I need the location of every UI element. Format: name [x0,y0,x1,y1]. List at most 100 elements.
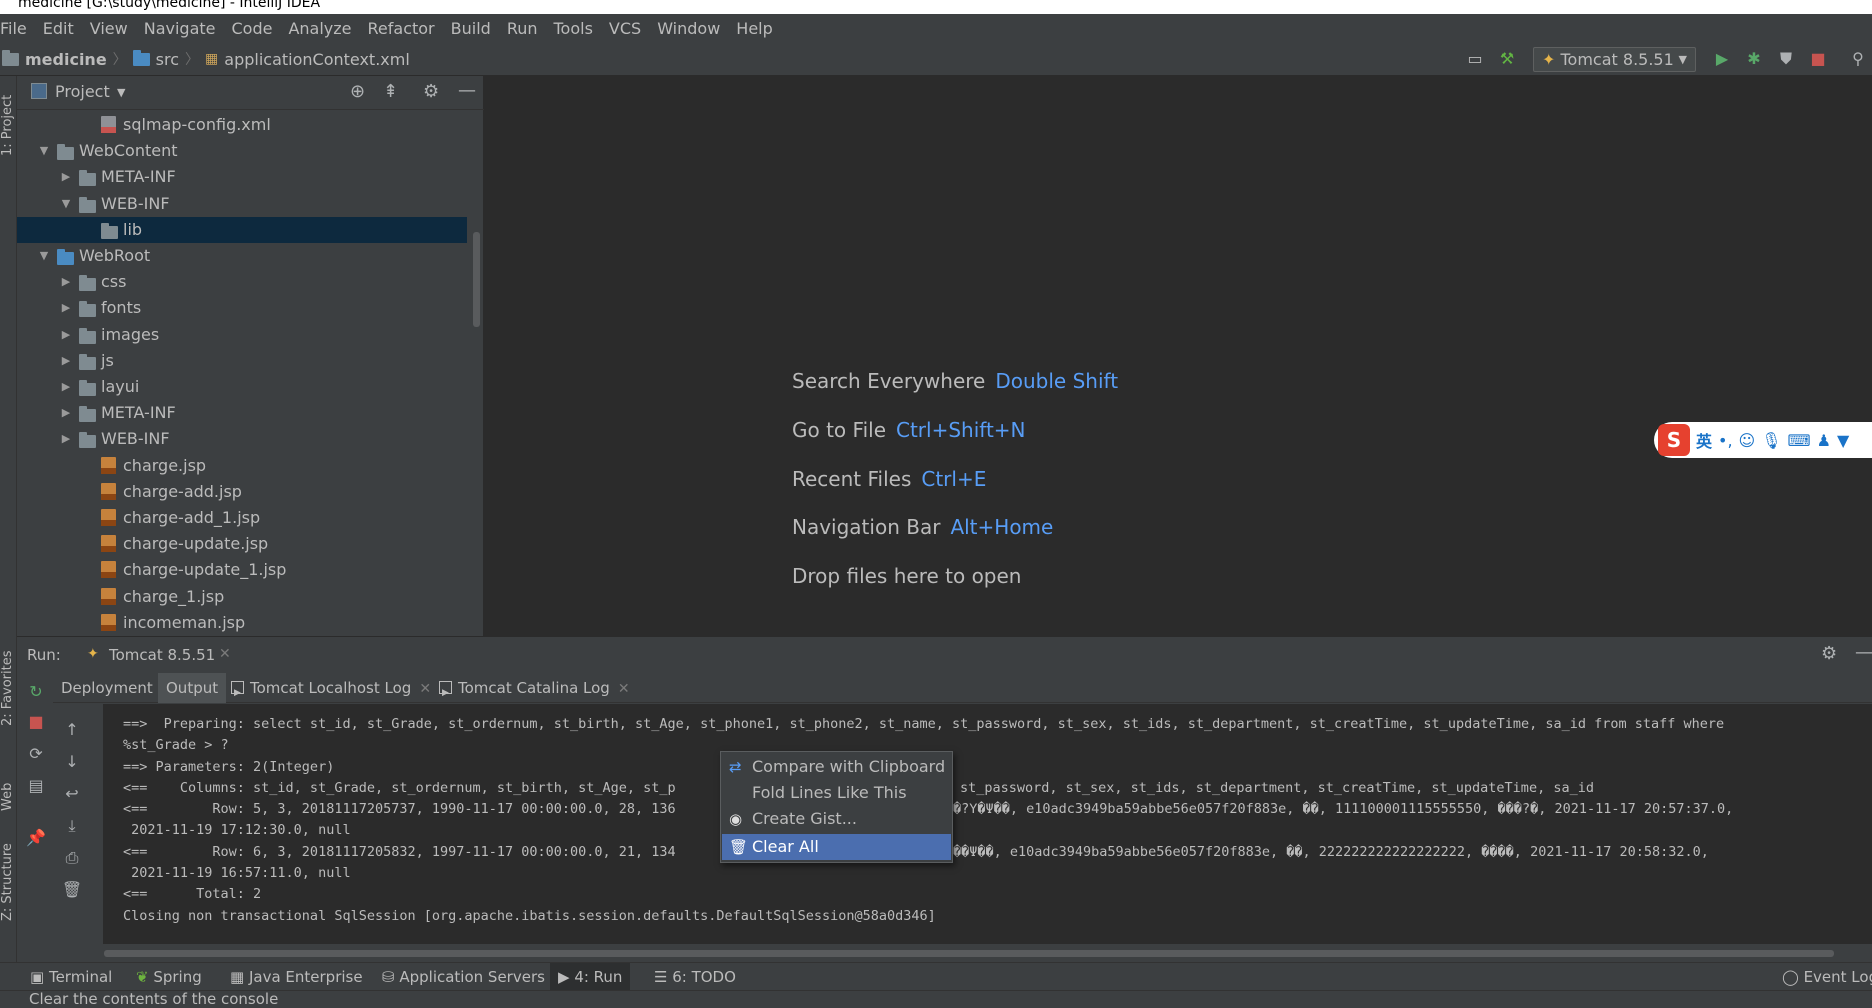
tree-item[interactable]: ▶ META-INF [17,164,467,190]
emoji-icon[interactable]: ☺ [1739,431,1756,450]
expanded-arrow-icon[interactable]: ▼ [37,138,51,164]
tree-item[interactable]: ▶ css [17,269,467,295]
close-icon[interactable]: ✕ [618,681,630,697]
breadcrumb-project[interactable]: medicine [25,50,107,69]
menu-vcs[interactable]: VCS [601,19,649,38]
pin-icon[interactable]: 📌 [25,827,47,849]
tool-run[interactable]: ▶ 4: Run [550,963,631,991]
tool-terminal[interactable]: ▣ Terminal [22,963,120,991]
close-icon[interactable]: ✕ [419,681,431,697]
menu-item-compare-clipboard[interactable]: ⇄ Compare with Clipboard [722,754,951,780]
tool-spring[interactable]: ❦ Spring [128,963,210,991]
tree-item[interactable]: ▼ WEB-INF [17,191,467,217]
menu-help[interactable]: Help [728,19,780,38]
tab-output[interactable]: Output [158,673,227,703]
tool-window-favorites[interactable]: 2: Favorites [0,650,15,726]
tree-item[interactable]: ▶ WEB-INF [17,426,467,452]
project-view-title[interactable]: Project [55,82,110,101]
scroll-up-icon[interactable]: ↑ [61,719,83,741]
tree-scrollbar[interactable] [473,232,480,327]
window-icon[interactable]: ▭ [1465,50,1485,68]
ime-language-toggle[interactable]: 英 [1696,428,1712,452]
tree-item[interactable]: ▶ images [17,322,467,348]
tool-todo[interactable]: ☰ 6: TODO [646,963,744,991]
search-icon[interactable]: ⚲ [1848,50,1868,68]
tree-item[interactable]: charge.jsp [17,453,467,479]
menu-item-fold-lines[interactable]: Fold Lines Like This [722,780,951,806]
locate-icon[interactable]: ⊕ [350,81,365,102]
tree-item[interactable]: sqlmap-config.xml [17,112,467,138]
coverage-icon[interactable]: ⛊ [1776,50,1796,68]
menu-analyze[interactable]: Analyze [280,19,359,38]
gear-icon[interactable]: ⚙ [1821,643,1837,664]
tool-java-enterprise[interactable]: ▦ Java Enterprise [222,963,371,991]
menu-window[interactable]: Window [649,19,728,38]
collapsed-arrow-icon[interactable]: ▶ [59,322,73,348]
breadcrumb-folder[interactable]: src [156,50,179,69]
tree-item[interactable]: incomeman.jsp [17,610,467,636]
build-hammer-icon[interactable]: ⚒ [1497,50,1517,68]
tree-item[interactable]: ▶ META-INF [17,400,467,426]
soft-wrap-icon[interactable]: ↩ [61,783,83,805]
menu-view[interactable]: View [82,19,136,38]
menu-refactor[interactable]: Refactor [360,19,443,38]
breadcrumb-file[interactable]: applicationContext.xml [224,50,410,69]
menu-code[interactable]: Code [224,19,281,38]
menu-item-clear-all[interactable]: 🗑 Clear All [722,834,951,860]
collapsed-arrow-icon[interactable]: ▶ [59,400,73,426]
tool-application-servers[interactable]: ⛁ Application Servers [374,963,553,991]
tree-item[interactable]: ▼ WebContent [17,138,467,164]
tree-item[interactable]: charge-add_1.jsp [17,505,467,531]
ime-punctuation-toggle[interactable]: •, [1718,431,1733,450]
print-icon[interactable]: ⎙ [61,847,83,869]
ime-toolbar[interactable]: S 英 •, ☺ 🎙 ⌨ ♟ ▼ [1654,422,1872,458]
tool-window-structure[interactable]: Z: Structure [0,843,15,921]
run-icon[interactable]: ▶ [1712,50,1732,68]
expanded-arrow-icon[interactable]: ▼ [37,243,51,269]
tree-item[interactable]: ▼ WebRoot [17,243,467,269]
menu-edit[interactable]: Edit [35,19,82,38]
menu-build[interactable]: Build [443,19,499,38]
expanded-arrow-icon[interactable]: ▼ [59,191,73,217]
menu-navigate[interactable]: Navigate [136,19,224,38]
collapsed-arrow-icon[interactable]: ▶ [59,295,73,321]
tab-localhost-log[interactable]: Tomcat Localhost Log ✕ [223,673,439,708]
tool-window-project[interactable]: 1: Project [0,95,15,156]
tree-item[interactable]: charge-update_1.jsp [17,557,467,583]
menu-file[interactable]: File [0,19,35,38]
tree-item[interactable]: charge-update.jsp [17,531,467,557]
close-icon[interactable]: ✕ [219,646,231,662]
menu-tools[interactable]: Tools [546,19,601,38]
minimize-icon[interactable]: — [1855,642,1872,663]
console-horizontal-scrollbar[interactable] [104,950,1834,957]
ime-logo-icon[interactable]: S [1658,424,1690,456]
skin-icon[interactable]: ▼ [1837,431,1849,450]
tree-item[interactable]: ▶ layui [17,374,467,400]
run-config-tab[interactable]: Tomcat 8.5.51 [109,646,215,664]
collapsed-arrow-icon[interactable]: ▶ [59,374,73,400]
collapse-all-icon[interactable]: ⇞ [383,81,398,102]
tool-event-log[interactable]: ◯ Event Log [1774,963,1872,991]
run-configuration-selector[interactable]: ✦ Tomcat 8.5.51 ▼ [1533,47,1696,72]
scroll-down-icon[interactable]: ↓ [61,751,83,773]
tree-item[interactable]: charge_1.jsp [17,584,467,610]
collapsed-arrow-icon[interactable]: ▶ [59,164,73,190]
tree-item[interactable]: ▶ js [17,348,467,374]
update-icon[interactable]: ⟳ [25,743,47,765]
tree-item[interactable]: charge-add.jsp [17,479,467,505]
trash-icon[interactable]: 🗑 [61,879,83,901]
user-icon[interactable]: ♟ [1817,431,1831,450]
layout-icon[interactable]: ▤ [25,775,47,797]
scroll-to-end-icon[interactable]: ⤓ [61,815,83,837]
collapsed-arrow-icon[interactable]: ▶ [59,426,73,452]
rerun-icon[interactable]: ↻ [25,681,47,703]
minimize-icon[interactable]: — [458,80,476,101]
tree-item[interactable]: lib [17,216,467,243]
tab-catalina-log[interactable]: Tomcat Catalina Log ✕ [431,673,638,708]
menu-run[interactable]: Run [499,19,546,38]
gear-icon[interactable]: ⚙ [423,81,439,102]
tool-window-web[interactable]: Web [0,783,15,811]
collapsed-arrow-icon[interactable]: ▶ [59,348,73,374]
menu-item-create-gist[interactable]: ◉ Create Gist... [722,806,951,832]
console-output[interactable]: ==> Preparing: select st_id, st_Grade, s… [103,704,1872,944]
